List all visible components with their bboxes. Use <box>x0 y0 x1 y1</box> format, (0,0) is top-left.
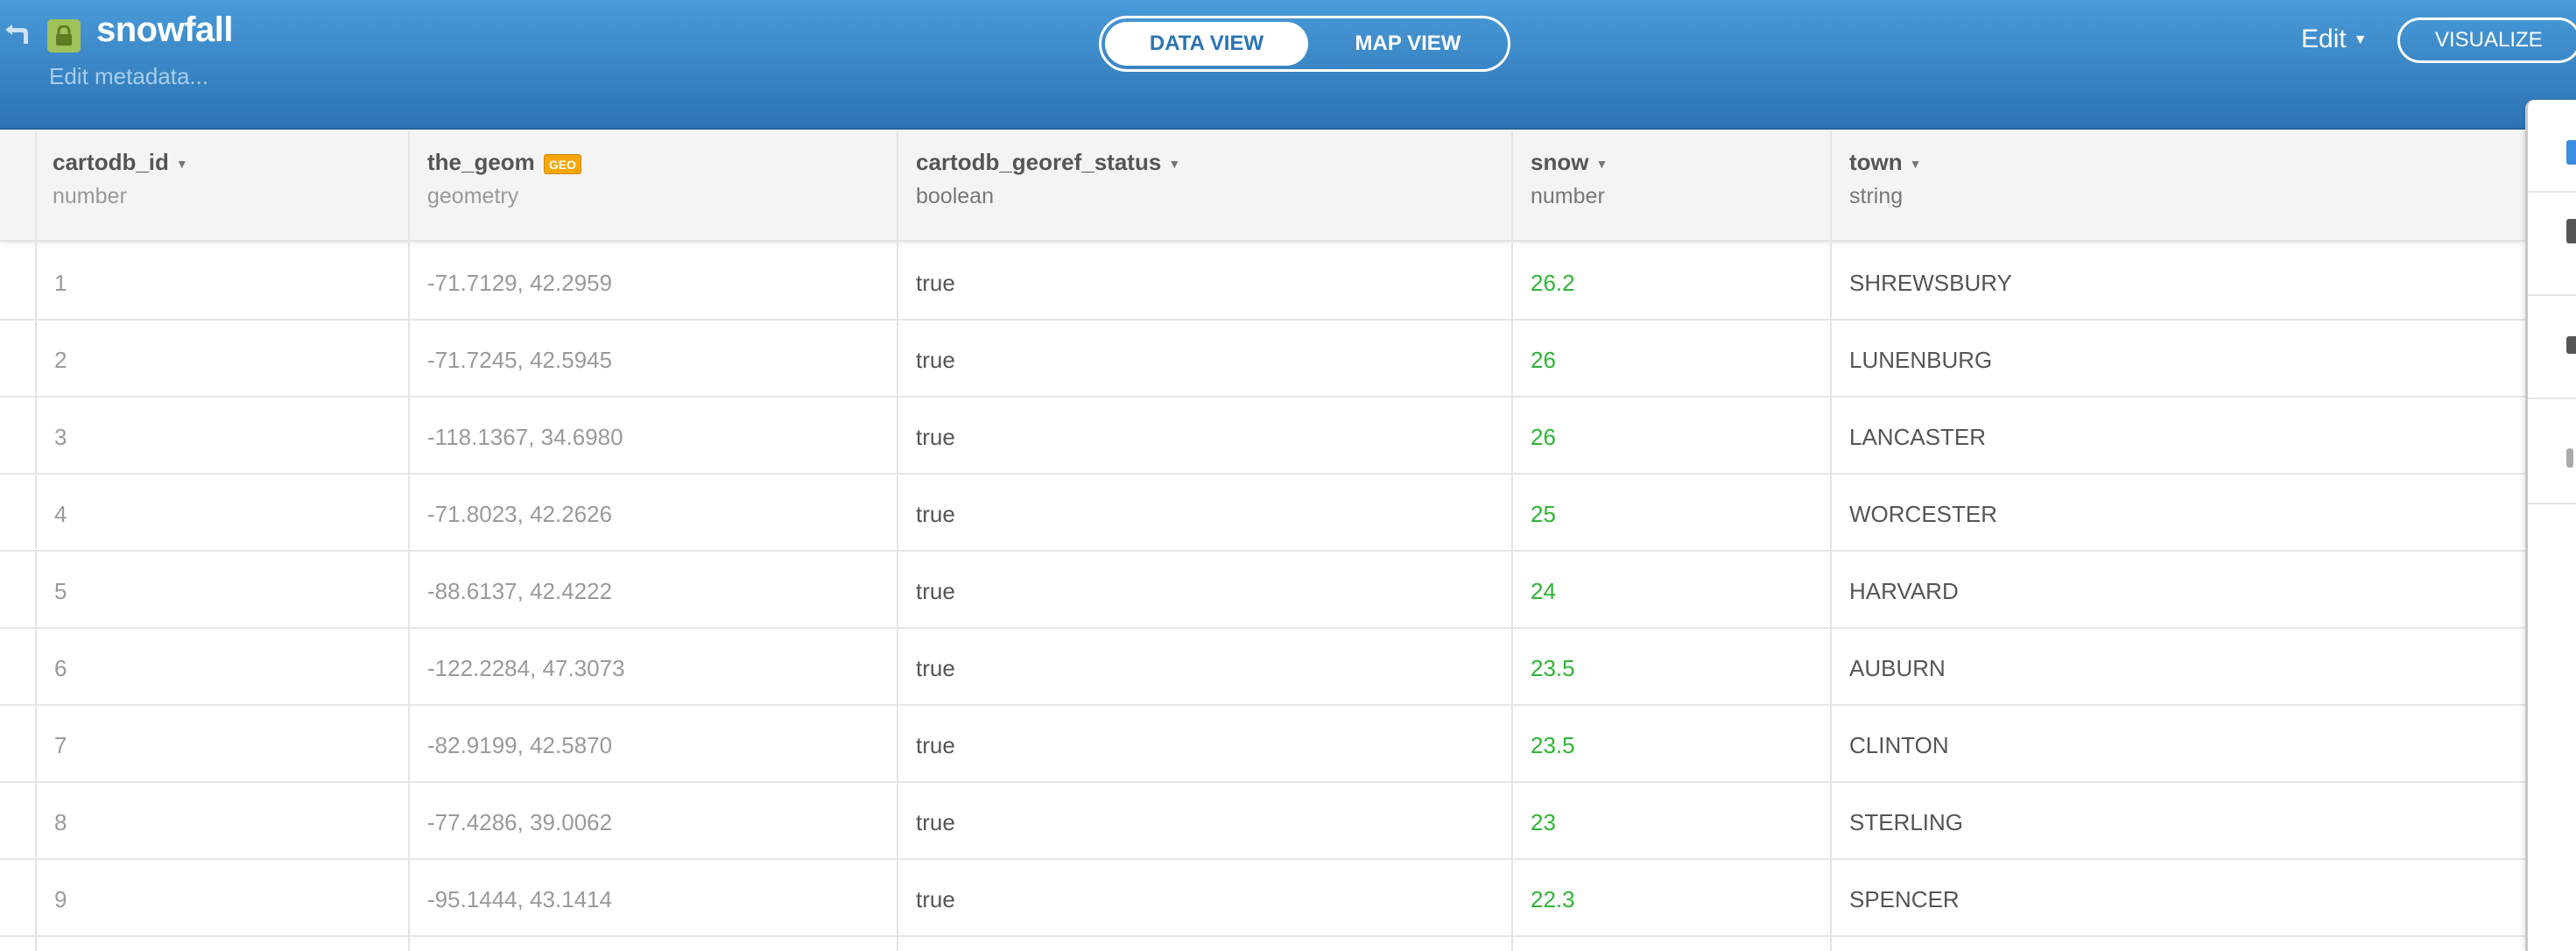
merge-icon[interactable] <box>2566 448 2573 468</box>
cell-the-geom[interactable]: -95.1444, 43.1414 <box>427 886 612 913</box>
table-title[interactable]: snowfall <box>96 11 234 50</box>
cell-snow[interactable]: 26 <box>1531 347 1556 374</box>
chevron-down-icon[interactable]: ▼ <box>1595 157 1608 171</box>
cell-snow[interactable]: 22.3 <box>1531 886 1575 913</box>
table-header: cartodb_id ▼ number the_geom GEO geometry … <box>0 131 2525 242</box>
cell-snow[interactable]: 23.5 <box>1531 655 1575 682</box>
right-side-panel <box>2525 100 2576 951</box>
lock-icon <box>47 19 81 53</box>
table-row[interactable]: 7 -82.9199, 42.5870 true 23.5 CLINTON <box>0 706 2525 783</box>
cell-georef-status[interactable]: true <box>916 809 955 836</box>
column-type: string <box>1849 184 1904 208</box>
column-type: boolean <box>916 184 994 208</box>
cell-georef-status[interactable]: true <box>916 501 955 528</box>
panel-tab-icon[interactable] <box>2566 140 2576 165</box>
cell-snow[interactable]: 23.5 <box>1531 732 1575 759</box>
panel-divider <box>2528 398 2576 399</box>
column-header-town[interactable]: town ▼ <box>1849 149 1922 176</box>
cell-cartodb-id[interactable]: 7 <box>54 732 67 759</box>
cell-the-geom[interactable]: -122.2284, 47.3073 <box>427 655 625 682</box>
cell-town[interactable]: LANCASTER <box>1849 424 1986 451</box>
cell-the-geom[interactable]: -118.1367, 34.6980 <box>427 424 623 451</box>
sql-icon[interactable] <box>2566 219 2576 243</box>
data-table: cartodb_id ▼ number the_geom GEO geometry … <box>0 131 2525 951</box>
back-arrow-icon[interactable] <box>2 25 32 46</box>
cell-the-geom[interactable]: -77.4286, 39.0062 <box>427 809 612 836</box>
cell-georef-status[interactable]: true <box>916 732 955 759</box>
cell-cartodb-id[interactable]: 1 <box>54 270 67 297</box>
view-toggle: DATA VIEW MAP VIEW <box>1099 16 1510 72</box>
edit-menu-label: Edit <box>2301 25 2347 53</box>
column-type: geometry <box>427 184 519 208</box>
cell-snow[interactable]: 26 <box>1531 424 1556 451</box>
column-type: number <box>1531 184 1605 208</box>
cell-georef-status[interactable]: true <box>916 655 955 682</box>
column-header-snow[interactable]: snow ▼ <box>1531 149 1608 176</box>
cell-town[interactable]: HARVARD <box>1849 578 1959 605</box>
cell-town[interactable]: LUNENBURG <box>1849 347 1992 374</box>
column-type: number <box>53 184 127 208</box>
table-row[interactable]: 3 -118.1367, 34.6980 true 26 LANCASTER <box>0 398 2525 475</box>
cell-cartodb-id[interactable]: 2 <box>54 347 67 374</box>
cell-the-geom[interactable]: -71.7245, 42.5945 <box>427 347 612 374</box>
table-row[interactable]: 5 -88.6137, 42.4222 true 24 HARVARD <box>0 552 2525 629</box>
chevron-down-icon[interactable]: ▼ <box>1910 157 1922 171</box>
cell-town[interactable]: CLINTON <box>1849 732 1949 759</box>
panel-divider <box>2528 191 2576 193</box>
cell-georef-status[interactable]: true <box>916 347 955 374</box>
cell-cartodb-id[interactable]: 9 <box>54 886 67 913</box>
edit-metadata-link[interactable]: Edit metadata... <box>49 63 208 90</box>
cell-georef-status[interactable]: true <box>916 424 955 451</box>
cell-town[interactable]: STERLING <box>1849 809 1963 836</box>
cell-cartodb-id[interactable]: 6 <box>54 655 67 682</box>
cell-cartodb-id[interactable]: 4 <box>54 501 67 528</box>
cell-town[interactable]: SHREWSBURY <box>1849 270 2012 297</box>
panel-divider <box>2528 503 2576 504</box>
chevron-down-icon[interactable]: ▼ <box>1168 157 1180 171</box>
chevron-down-icon[interactable]: ▼ <box>176 157 188 171</box>
cell-town[interactable]: AUBURN <box>1849 655 1946 682</box>
column-header-cartodb-id[interactable]: cartodb_id ▼ <box>53 149 188 176</box>
cell-cartodb-id[interactable]: 5 <box>54 578 67 605</box>
table-row[interactable]: 2 -71.7245, 42.5945 true 26 LUNENBURG <box>0 321 2525 398</box>
cell-georef-status[interactable]: true <box>916 270 955 297</box>
top-header: snowfall Edit metadata... DATA VIEW MAP … <box>0 0 2576 130</box>
geo-badge: GEO <box>543 153 581 174</box>
cell-snow[interactable]: 25 <box>1531 501 1556 528</box>
table-row[interactable]: 1 -71.7129, 42.2959 true 26.2 SHREWSBURY <box>0 243 2525 321</box>
cell-town[interactable]: WORCESTER <box>1849 501 1997 528</box>
table-row[interactable]: 8 -77.4286, 39.0062 true 23 STERLING <box>0 783 2525 860</box>
table-row[interactable]: 6 -122.2284, 47.3073 true 23.5 AUBURN <box>0 629 2525 706</box>
tab-data-view[interactable]: DATA VIEW <box>1105 22 1308 66</box>
cell-georef-status[interactable]: true <box>916 886 955 913</box>
cell-snow[interactable]: 26.2 <box>1531 270 1575 297</box>
panel-divider <box>2528 294 2576 296</box>
cell-the-geom[interactable]: -71.8023, 42.2626 <box>427 501 612 528</box>
cell-cartodb-id[interactable]: 8 <box>54 809 67 836</box>
visualize-button[interactable]: VISUALIZE <box>2397 18 2576 63</box>
cell-the-geom[interactable]: -82.9199, 42.5870 <box>427 732 612 759</box>
cell-the-geom[interactable]: -88.6137, 42.4222 <box>427 578 612 605</box>
cell-the-geom[interactable]: -71.7129, 42.2959 <box>427 270 612 297</box>
column-header-georef-status[interactable]: cartodb_georef_status ▼ <box>916 149 1180 176</box>
cell-snow[interactable]: 24 <box>1531 578 1556 605</box>
cell-snow[interactable]: 23 <box>1531 809 1556 836</box>
edit-menu[interactable]: Edit ▼ <box>2301 25 2368 54</box>
tab-map-view[interactable]: MAP VIEW <box>1312 22 1504 66</box>
filter-icon[interactable] <box>2566 336 2576 354</box>
table-row[interactable]: 9 -95.1444, 43.1414 true 22.3 SPENCER <box>0 860 2525 937</box>
table-row[interactable]: 4 -71.8023, 42.2626 true 25 WORCESTER <box>0 475 2525 552</box>
column-header-the-geom[interactable]: the_geom GEO <box>427 149 581 176</box>
chevron-down-icon: ▼ <box>2353 32 2368 48</box>
cell-georef-status[interactable]: true <box>916 578 955 605</box>
cell-town[interactable]: SPENCER <box>1849 886 1960 913</box>
cell-cartodb-id[interactable]: 3 <box>54 424 67 451</box>
